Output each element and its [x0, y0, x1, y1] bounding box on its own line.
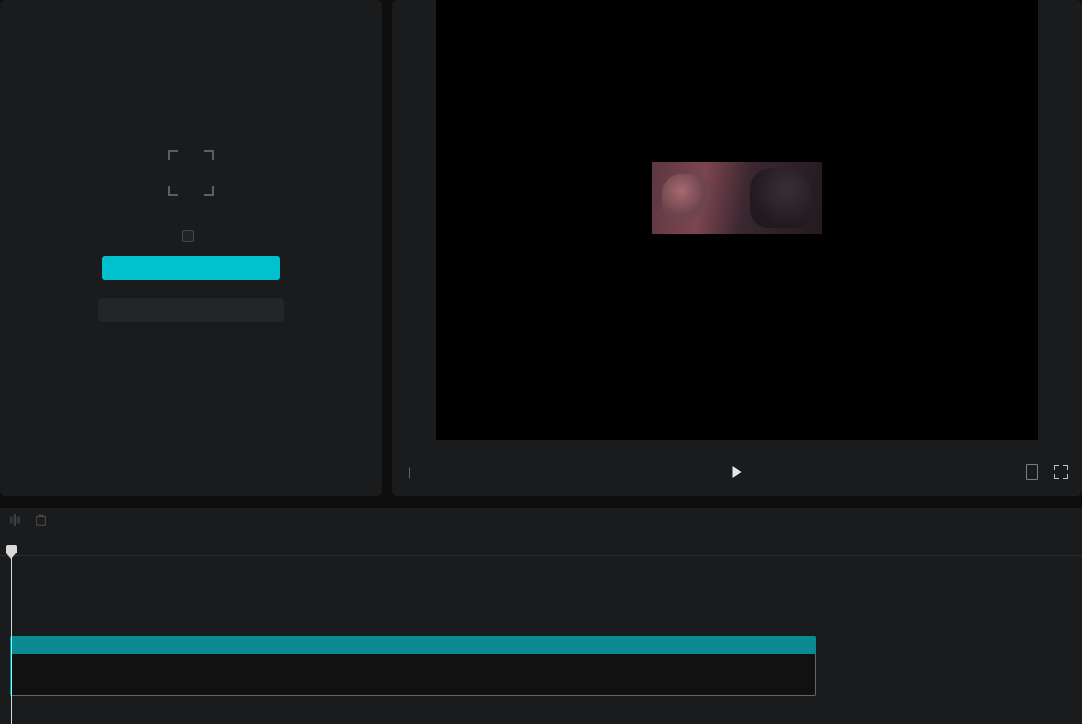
video-preview[interactable] [436, 0, 1038, 440]
clip-thumbnails [11, 654, 815, 696]
clear-existing-subtitles-input[interactable] [182, 230, 194, 242]
timeline-panel [0, 508, 1082, 724]
video-clip[interactable] [10, 636, 816, 696]
clear-existing-subtitles-checkbox[interactable] [182, 230, 200, 242]
video-frame [652, 162, 822, 234]
playhead[interactable] [11, 550, 12, 724]
delete-icon[interactable] [34, 513, 48, 527]
fullscreen-icon[interactable] [1054, 465, 1068, 479]
clip-header [11, 637, 815, 654]
recognition-description [98, 298, 284, 322]
start-recognition-button[interactable] [102, 256, 280, 280]
timeline-ruler[interactable] [0, 534, 1082, 556]
subtitle-recognize-icon [168, 150, 214, 196]
subtitle-recognition-panel [0, 0, 382, 496]
preview-panel: | [392, 0, 1082, 496]
split-icon[interactable] [8, 513, 22, 527]
player-controls: | [400, 454, 1074, 490]
timeline-toolbar [0, 508, 1082, 532]
play-icon[interactable] [733, 466, 742, 478]
aspect-ratio-button[interactable] [1026, 464, 1038, 480]
